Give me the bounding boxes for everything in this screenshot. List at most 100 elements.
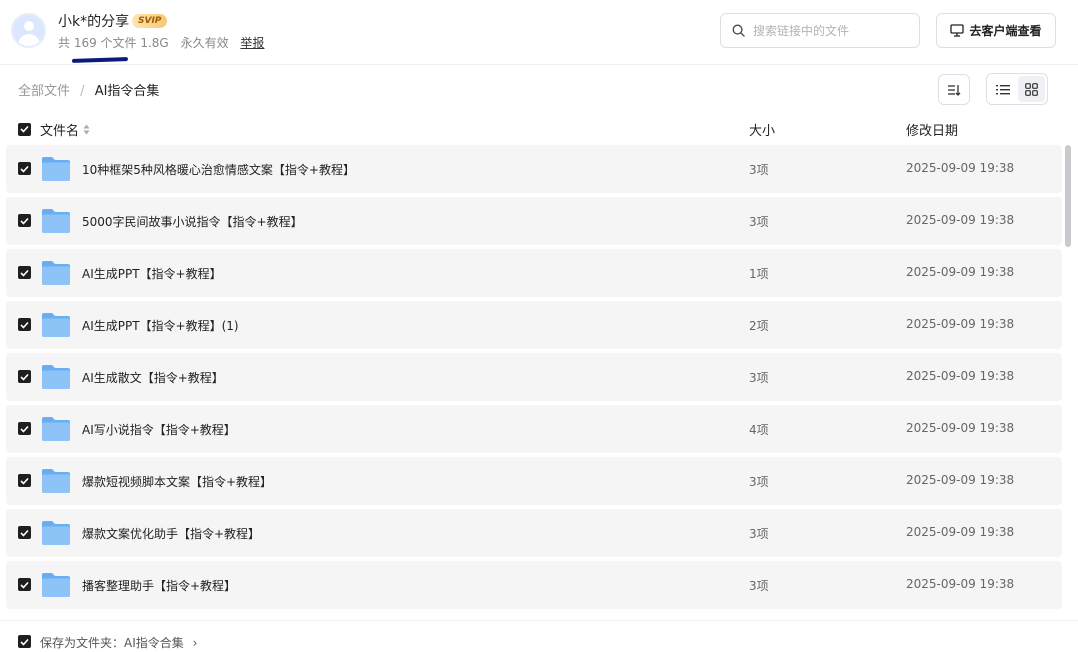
file-row[interactable]: 爆款短视频脚本文案【指令+教程】 3项 2025-09-09 19:38 <box>6 457 1062 505</box>
file-row[interactable]: AI写小说指令【指令+教程】 4项 2025-09-09 19:38 <box>6 405 1062 453</box>
row-checkbox[interactable] <box>18 318 31 331</box>
check-icon <box>20 165 29 173</box>
row-checkbox[interactable] <box>18 214 31 227</box>
column-name-label[interactable]: 文件名 <box>40 120 79 139</box>
svip-badge: SVIP <box>132 14 168 28</box>
file-name[interactable]: AI生成PPT【指令+教程】 <box>82 265 222 282</box>
row-checkbox[interactable] <box>18 266 31 279</box>
file-size: 3项 <box>749 475 769 489</box>
file-date: 2025-09-09 19:38 <box>906 161 1015 175</box>
open-in-client-button[interactable]: 去客户端查看 <box>936 13 1056 48</box>
open-in-client-label: 去客户端查看 <box>969 24 1042 38</box>
file-size: 3项 <box>749 371 769 385</box>
breadcrumb-root[interactable]: 全部文件 <box>18 84 70 99</box>
folder-icon <box>42 313 70 337</box>
save-as-folder-option[interactable]: 保存为文件夹：AI指令合集 › <box>40 634 197 651</box>
check-icon <box>20 477 29 485</box>
row-checkbox[interactable] <box>18 578 31 591</box>
folder-icon <box>42 157 70 181</box>
file-date: 2025-09-09 19:38 <box>906 213 1015 227</box>
row-checkbox[interactable] <box>18 370 31 383</box>
check-icon <box>20 321 29 329</box>
file-size: 2项 <box>749 319 769 333</box>
column-header-name: 文件名 <box>18 120 90 139</box>
breadcrumb-current: AI指令合集 <box>94 84 160 99</box>
file-name[interactable]: 播客整理助手【指令+教程】 <box>82 577 236 594</box>
folder-icon <box>42 573 70 597</box>
file-name[interactable]: 爆款短视频脚本文案【指令+教程】 <box>82 473 272 490</box>
file-date: 2025-09-09 19:38 <box>906 525 1015 539</box>
file-size: 3项 <box>749 215 769 229</box>
file-name[interactable]: AI写小说指令【指令+教程】 <box>82 421 236 438</box>
chevron-right-icon: › <box>192 636 198 650</box>
check-icon <box>20 529 29 537</box>
row-checkbox[interactable] <box>18 422 31 435</box>
file-row[interactable]: AI生成PPT【指令+教程】(1) 2项 2025-09-09 19:38 <box>6 301 1062 349</box>
file-row[interactable]: 播客整理助手【指令+教程】 3项 2025-09-09 19:38 <box>6 561 1062 609</box>
check-icon <box>20 125 29 133</box>
footer-bar: 保存为文件夹：AI指令合集 › <box>0 620 1078 652</box>
check-icon <box>20 581 29 589</box>
file-date: 2025-09-09 19:38 <box>906 369 1015 383</box>
sort-caret-icon[interactable] <box>83 124 90 135</box>
file-row[interactable]: 10种框架5种风格暖心治愈情感文案【指令+教程】 3项 2025-09-09 19:… <box>6 145 1062 193</box>
monitor-icon <box>950 24 965 37</box>
file-name[interactable]: AI生成散文【指令+教程】 <box>82 369 224 386</box>
list-view-button[interactable] <box>989 76 1016 102</box>
file-row[interactable]: 5000字民间故事小说指令【指令+教程】 3项 2025-09-09 19:38 <box>6 197 1062 245</box>
search-icon <box>732 24 745 37</box>
search-input[interactable] <box>753 22 913 40</box>
grid-view-button[interactable] <box>1018 76 1045 102</box>
file-row[interactable]: AI生成散文【指令+教程】 3项 2025-09-09 19:38 <box>6 353 1062 401</box>
file-size: 4项 <box>749 423 769 437</box>
file-size: 3项 <box>749 527 769 541</box>
file-row[interactable]: 爆款文案优化助手【指令+教程】 3项 2025-09-09 19:38 <box>6 509 1062 557</box>
folder-icon <box>42 261 70 285</box>
check-icon <box>20 373 29 381</box>
file-name[interactable]: 爆款文案优化助手【指令+教程】 <box>82 525 260 542</box>
file-name[interactable]: AI生成PPT【指令+教程】(1) <box>82 317 239 334</box>
grid-view-icon <box>1025 82 1038 96</box>
column-size-label: 大小 <box>749 123 776 139</box>
view-toggle <box>986 73 1048 105</box>
share-meta: 共 169 个文件 1.8G 永久有效 举报 <box>58 34 272 51</box>
list-view-icon <box>995 84 1010 94</box>
file-row[interactable]: AI生成PPT【指令+教程】 1项 2025-09-09 19:38 <box>6 249 1062 297</box>
file-size: 1项 <box>749 267 769 281</box>
check-icon <box>20 638 29 646</box>
check-icon <box>20 217 29 225</box>
folder-icon <box>42 417 70 441</box>
check-icon <box>20 425 29 433</box>
file-name[interactable]: 5000字民间故事小说指令【指令+教程】 <box>82 213 303 230</box>
sort-button[interactable] <box>938 74 970 105</box>
file-size: 3项 <box>749 579 769 593</box>
search-box[interactable] <box>720 13 920 48</box>
report-link[interactable]: 举报 <box>240 36 264 50</box>
file-size: 3项 <box>749 163 769 177</box>
file-name[interactable]: 10种框架5种风格暖心治愈情感文案【指令+教程】 <box>82 161 355 178</box>
file-date: 2025-09-09 19:38 <box>906 421 1015 435</box>
file-date: 2025-09-09 19:38 <box>906 577 1015 591</box>
folder-icon <box>42 209 70 233</box>
user-avatar <box>11 13 46 48</box>
breadcrumb: 全部文件 / AI指令合集 <box>18 80 159 99</box>
file-date: 2025-09-09 19:38 <box>906 265 1015 279</box>
row-checkbox[interactable] <box>18 526 31 539</box>
folder-icon <box>42 521 70 545</box>
row-checkbox[interactable] <box>18 474 31 487</box>
sort-icon <box>948 84 961 96</box>
sharer-name: 小k*的分享 <box>58 14 130 30</box>
select-all-checkbox[interactable] <box>18 122 31 136</box>
folder-icon <box>42 365 70 389</box>
file-date: 2025-09-09 19:38 <box>906 473 1015 487</box>
save-as-folder-checkbox[interactable] <box>18 635 31 648</box>
file-count: 共 169 个文件 1.8G <box>58 36 169 50</box>
save-as-folder-label: 保存为文件夹：AI指令合集 <box>40 636 184 650</box>
scrollbar[interactable] <box>1065 145 1071 247</box>
breadcrumb-separator: / <box>80 84 85 99</box>
check-icon <box>20 269 29 277</box>
row-checkbox[interactable] <box>18 162 31 175</box>
pen-annotation-mark <box>71 57 129 63</box>
file-date: 2025-09-09 19:38 <box>906 317 1015 331</box>
folder-icon <box>42 469 70 493</box>
